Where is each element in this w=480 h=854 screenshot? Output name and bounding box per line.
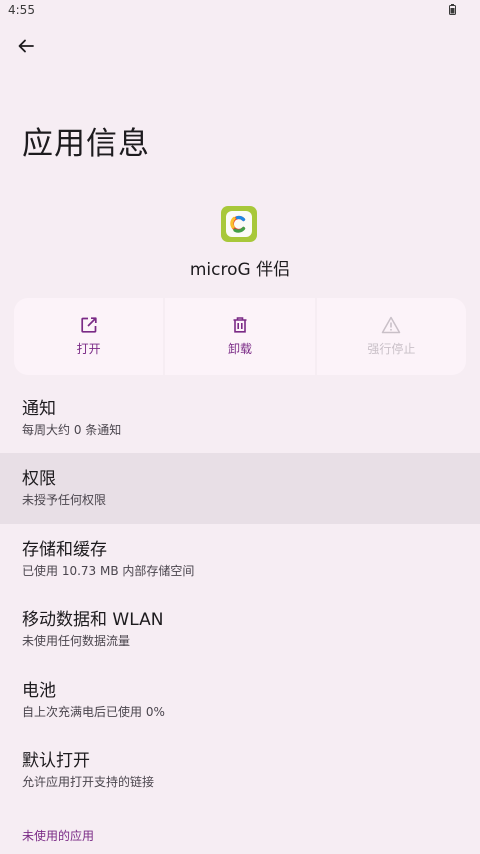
item-title: 默认打开 <box>22 750 90 771</box>
settings-list: 通知 每周大约 0 条通知 权限 未授予任何权限 存储和缓存 已使用 10.73… <box>0 383 480 805</box>
back-button[interactable] <box>10 30 42 62</box>
mobile-data-wlan-item[interactable]: 移动数据和 WLAN 未使用任何数据流量 <box>0 594 480 664</box>
uninstall-button[interactable]: 卸载 <box>165 298 315 375</box>
app-name: microG 伴侣 <box>189 260 291 280</box>
item-subtitle: 自上次充满电后已使用 0% <box>22 704 165 719</box>
item-title: 通知 <box>22 399 56 419</box>
item-title: 权限 <box>22 469 56 490</box>
item-subtitle: 允许应用打开支持的链接 <box>22 774 155 789</box>
battery-item[interactable]: 电池 自上次充满电后已使用 0% <box>0 665 480 735</box>
arrow-back-icon <box>18 39 34 53</box>
item-subtitle: 未授予任何权限 <box>22 493 107 508</box>
force-stop-label: 强行停止 <box>367 342 416 356</box>
item-title: 存储和缓存 <box>22 539 107 560</box>
open-label: 打开 <box>76 342 101 356</box>
item-subtitle: 每周大约 0 条通知 <box>22 423 122 437</box>
force-stop-button[interactable]: 强行停止 <box>316 298 466 375</box>
permissions-item[interactable]: 权限 未授予任何权限 <box>0 453 480 524</box>
unused-apps-section-header: 未使用的应用 <box>22 829 95 843</box>
item-title: 移动数据和 WLAN <box>22 610 164 631</box>
status-bar: 4:55 <box>0 0 480 24</box>
open-by-default-item[interactable]: 默认打开 允许应用打开支持的链接 <box>0 735 480 805</box>
trash-icon <box>233 317 247 333</box>
app-icon <box>221 206 257 242</box>
item-subtitle: 已使用 10.73 MB 内部存储空间 <box>22 563 195 578</box>
battery-icon <box>449 4 456 15</box>
warning-icon <box>382 316 401 334</box>
item-subtitle: 未使用任何数据流量 <box>22 634 131 649</box>
open-external-icon <box>81 317 97 333</box>
microg-logo-icon <box>230 215 246 233</box>
storage-cache-item[interactable]: 存储和缓存 已使用 10.73 MB 内部存储空间 <box>0 524 480 594</box>
notifications-item[interactable]: 通知 每周大约 0 条通知 <box>0 383 480 453</box>
page-title: 应用信息 <box>22 126 150 162</box>
status-time: 4:55 <box>8 3 35 17</box>
open-button[interactable]: 打开 <box>14 298 164 375</box>
item-title: 电池 <box>22 680 56 701</box>
uninstall-label: 卸载 <box>227 342 252 356</box>
action-bar: 打开 卸载 强行停止 <box>14 298 466 375</box>
